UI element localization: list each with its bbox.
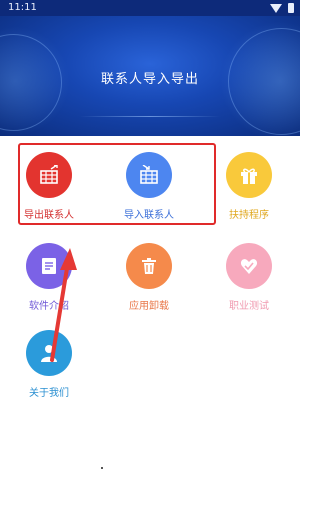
trash-icon bbox=[142, 258, 156, 274]
support-program-label: 扶持程序 bbox=[229, 210, 269, 221]
page-title: 联系人导入导出 bbox=[100, 72, 199, 87]
wifi-icon bbox=[270, 3, 282, 13]
app-uninstall-circle bbox=[126, 243, 172, 289]
about-us-circle bbox=[26, 330, 72, 376]
software-intro-label: 软件介绍 bbox=[29, 301, 69, 312]
software-intro-button[interactable]: 软件介绍 bbox=[4, 243, 94, 323]
highlight-box bbox=[18, 143, 216, 225]
status-icons bbox=[270, 3, 294, 13]
status-time: 11:11 bbox=[8, 2, 37, 13]
support-program-circle bbox=[226, 152, 272, 198]
career-test-circle bbox=[226, 243, 272, 289]
stray-dot bbox=[101, 467, 103, 469]
app-uninstall-label: 应用卸载 bbox=[129, 301, 169, 312]
app-uninstall-button[interactable]: 应用卸载 bbox=[104, 243, 194, 323]
support-program-button[interactable]: 扶持程序 bbox=[204, 152, 294, 232]
software-intro-circle bbox=[26, 243, 72, 289]
gift-box-icon bbox=[241, 168, 257, 184]
battery-icon bbox=[288, 3, 294, 13]
about-us-button[interactable]: 关于我们 bbox=[4, 330, 94, 410]
career-test-label: 职业测试 bbox=[229, 301, 269, 312]
about-us-label: 关于我们 bbox=[29, 388, 69, 399]
header-banner: 联系人导入导出 bbox=[0, 16, 300, 136]
title-underline bbox=[80, 116, 220, 117]
document-icon bbox=[42, 258, 56, 274]
career-test-button[interactable]: 职业测试 bbox=[204, 243, 294, 323]
user-icon bbox=[41, 345, 57, 362]
status-bar: 11:11 bbox=[0, 0, 300, 16]
heart-check-icon bbox=[240, 259, 258, 274]
